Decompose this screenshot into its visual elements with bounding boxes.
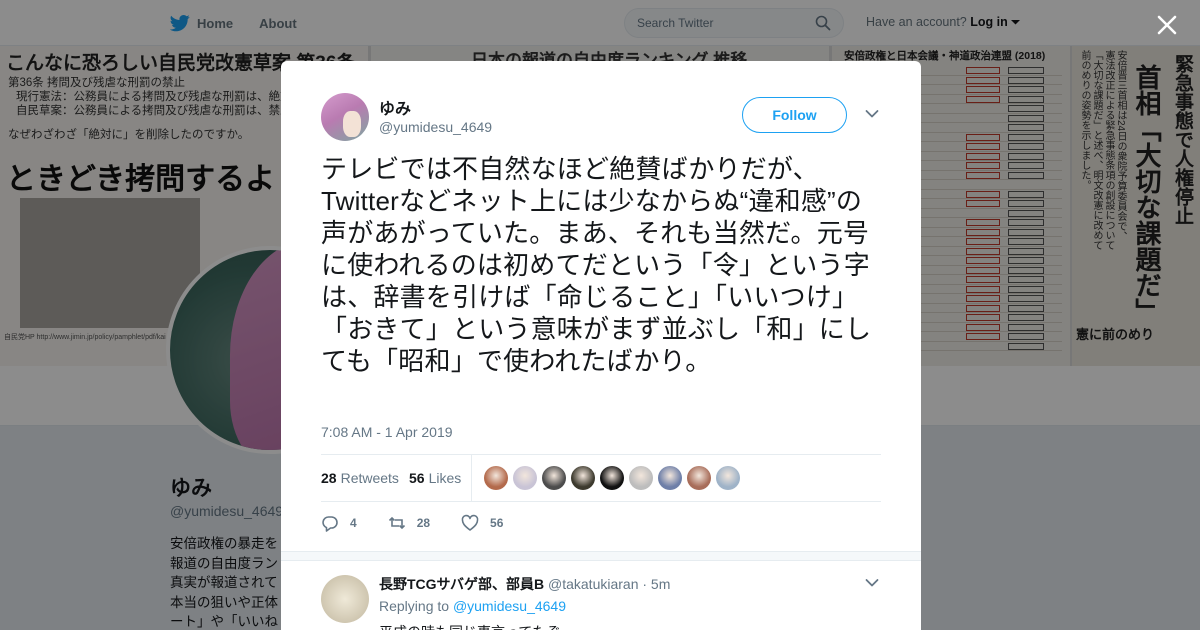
liker-avatar[interactable] xyxy=(629,466,653,490)
tweet-actions: 4 28 56 xyxy=(321,513,534,533)
retweet-action[interactable]: 28 xyxy=(388,514,430,532)
tweet-text: テレビでは不自然なほど絶賛ばかりだが、Twitterなどネット上には少なからぬ“… xyxy=(321,154,872,376)
retweet-icon xyxy=(388,516,405,530)
liker-avatars xyxy=(484,466,740,490)
likes-count: 56 xyxy=(409,470,425,486)
retweets-count: 28 xyxy=(321,470,337,486)
liker-avatar[interactable] xyxy=(484,466,508,490)
follow-button[interactable]: Follow xyxy=(742,97,847,133)
author-name[interactable]: ゆみ xyxy=(379,95,411,119)
tweet-modal: ゆみ @yumidesu_4649 Follow テレビでは不自然なほど絶賛ばか… xyxy=(281,61,921,630)
liker-avatar[interactable] xyxy=(658,466,682,490)
retweets-label: Retweets xyxy=(340,470,399,486)
liker-avatar[interactable] xyxy=(542,466,566,490)
reply-action[interactable]: 4 xyxy=(321,514,357,532)
reply-more-options-icon[interactable] xyxy=(865,578,879,588)
reply-time[interactable]: · 5m xyxy=(642,576,670,592)
reply-count: 4 xyxy=(350,516,357,530)
liker-avatar[interactable] xyxy=(687,466,711,490)
heart-icon xyxy=(461,514,479,531)
reply-text: 平成の時も同じ事言ってたぞ xyxy=(379,622,560,630)
tweet-timestamp[interactable]: 7:08 AM - 1 Apr 2019 xyxy=(321,424,453,440)
reply-header: 長野TCGサバゲ部、部員B @takatukiaran · 5m xyxy=(379,574,670,594)
liker-avatar[interactable] xyxy=(513,466,537,490)
replying-to: Replying to @yumidesu_4649 xyxy=(379,598,566,614)
reply-icon xyxy=(322,516,338,532)
reply-author-avatar[interactable] xyxy=(321,575,369,623)
liker-avatar[interactable] xyxy=(600,466,624,490)
author-avatar[interactable] xyxy=(321,93,369,141)
retweet-count: 28 xyxy=(416,516,431,530)
liker-avatar[interactable] xyxy=(716,466,740,490)
reply-author-name[interactable]: 長野TCGサバゲ部、部員B xyxy=(379,576,544,592)
like-action[interactable]: 56 xyxy=(461,514,503,532)
stats-divider xyxy=(471,455,472,501)
replying-prefix: Replying to xyxy=(379,598,450,614)
likes-label: Likes xyxy=(428,470,462,486)
reply-author-handle[interactable]: @takatukiaran xyxy=(548,576,638,592)
liker-avatar[interactable] xyxy=(571,466,595,490)
replying-to-link[interactable]: @yumidesu_4649 xyxy=(453,598,566,614)
retweets-stat[interactable]: 28 Retweets xyxy=(321,470,399,486)
replies-separator xyxy=(281,551,921,561)
like-count: 56 xyxy=(490,516,504,530)
more-options-icon[interactable] xyxy=(865,109,879,119)
likes-stat[interactable]: 56 Likes xyxy=(409,470,461,486)
author-handle[interactable]: @yumidesu_4649 xyxy=(379,119,492,135)
tweet-stats: 28 Retweets 56 Likes xyxy=(321,454,881,502)
close-icon[interactable] xyxy=(1152,10,1182,40)
